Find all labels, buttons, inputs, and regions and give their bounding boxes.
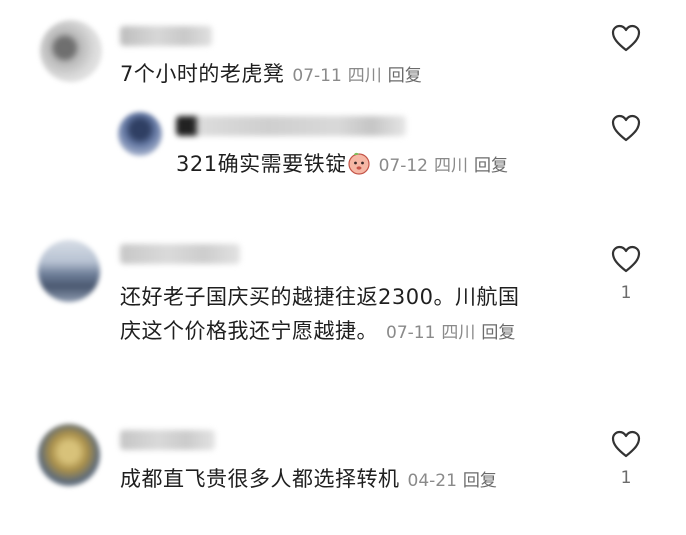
comment-date: 07-11 — [292, 66, 342, 86]
comment-text: 还好老子国庆买的越捷往返2300。川航国 庆这个价格我还宁愿越捷。 07-11 四川… — [120, 280, 600, 350]
like-button[interactable] — [609, 24, 643, 52]
reply-body: 321确实需要铁锭 — [176, 152, 347, 176]
avatar[interactable] — [38, 424, 100, 486]
avatar[interactable] — [118, 112, 162, 156]
comment-meta: 07-11 四川 回复 — [386, 323, 521, 343]
like-button[interactable] — [609, 114, 643, 142]
like-button[interactable]: 1 — [609, 245, 643, 303]
username[interactable] — [176, 116, 406, 136]
like-button[interactable]: 1 — [609, 430, 643, 488]
username[interactable] — [120, 244, 240, 264]
username[interactable] — [120, 26, 212, 46]
comment-body: 7个小时的老虎凳 — [120, 62, 285, 86]
reply-text: 321确实需要铁锭 07-12 四川 回复 — [176, 147, 514, 183]
like-count: 1 — [620, 468, 632, 488]
reply-button[interactable]: 回复 — [481, 323, 515, 343]
username[interactable] — [120, 430, 215, 450]
like-count: 1 — [620, 283, 632, 303]
reply-button[interactable]: 回复 — [474, 156, 508, 176]
comment-location: 四川 — [347, 66, 382, 86]
reply-location: 四川 — [434, 156, 468, 176]
comment-body-line2: 庆这个价格我还宁愿越捷。 — [120, 319, 378, 343]
comment-body-line1: 还好老子国庆买的越捷往返2300。川航国 — [120, 285, 520, 309]
comment-text: 成都直飞贵很多人都选择转机 04-21 回复 — [120, 462, 503, 498]
heart-icon — [611, 430, 641, 458]
heart-icon — [611, 24, 641, 52]
reply-date: 07-12 — [378, 156, 428, 176]
heart-icon — [611, 114, 641, 142]
reply-meta: 07-12 四川 回复 — [379, 156, 514, 176]
avatar[interactable] — [40, 20, 102, 82]
comment-date: 04-21 — [407, 471, 457, 491]
avatar[interactable] — [38, 240, 100, 302]
comment-text: 7个小时的老虎凳 07-11 四川 回复 — [120, 57, 428, 93]
comment-date: 07-11 — [386, 323, 436, 343]
peach-face-emoji — [347, 152, 370, 175]
comment-location: 四川 — [441, 323, 476, 343]
comment-meta: 07-11 四川 回复 — [292, 66, 427, 86]
comment-body: 成都直飞贵很多人都选择转机 — [120, 467, 400, 491]
comment-meta: 04-21 回复 — [408, 471, 503, 491]
reply-button[interactable]: 回复 — [388, 66, 422, 86]
heart-icon — [611, 245, 641, 273]
reply-button[interactable]: 回复 — [463, 471, 497, 491]
